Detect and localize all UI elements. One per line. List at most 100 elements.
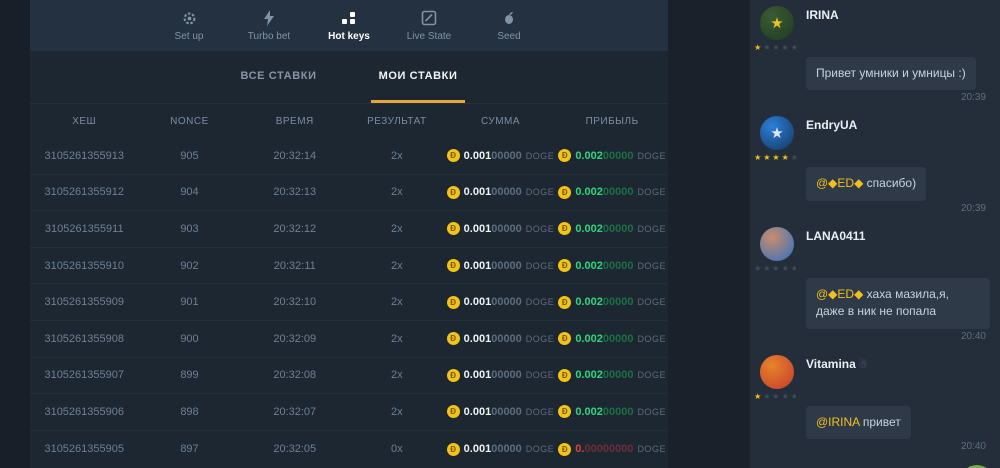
- currency-label: DOGE: [637, 444, 666, 454]
- star-empty-icon: ★: [782, 392, 791, 401]
- bet-time: 20:32:08: [241, 369, 349, 381]
- tab-мои-ставки[interactable]: МОИ СТАВКИ: [371, 51, 466, 103]
- table-row-bet[interactable]: 310526135590689820:32:072xĐ0.00100000DOG…: [30, 394, 668, 431]
- currency-label: DOGE: [526, 444, 555, 454]
- chat-message-bubble: @◆ED◆ спасибо): [806, 167, 926, 200]
- toolbar-item-live-state[interactable]: Live State: [400, 10, 458, 42]
- chat-username[interactable]: LANA0411: [806, 227, 865, 243]
- toolbar-item-label: Set up: [175, 31, 204, 42]
- doge-coin-icon: Đ: [447, 443, 460, 456]
- bet-hash: 3105261355909: [30, 296, 138, 308]
- message-time: 20:40: [806, 331, 986, 342]
- star-filled-icon: ★: [772, 153, 781, 162]
- toolbar: Set up Turbo bet Hot keys Live State Seed: [30, 0, 668, 51]
- table-row-bet[interactable]: 310526135591090220:32:112xĐ0.00100000DOG…: [30, 248, 668, 285]
- toolbar-item-hot-keys[interactable]: Hot keys: [320, 10, 378, 42]
- star-empty-icon: ★: [782, 43, 791, 52]
- bets-panel: Set up Turbo bet Hot keys Live State Seed ВС…: [30, 0, 668, 468]
- amount-value: 0.00100000: [464, 333, 522, 345]
- amount-value: 0.00200000: [575, 406, 633, 418]
- currency-label: DOGE: [637, 407, 666, 417]
- bet-amount: Đ0.00100000DOGE: [445, 369, 557, 382]
- bet-amount: Đ0.00100000DOGE: [445, 296, 557, 309]
- star-empty-icon: ★: [772, 264, 781, 273]
- hotkeys-icon: [341, 10, 357, 27]
- bet-nonce: 902: [138, 260, 240, 272]
- table-row-bet[interactable]: 310526135590990120:32:102xĐ0.00100000DOG…: [30, 284, 668, 321]
- table-row-bet[interactable]: 310526135591190320:32:122xĐ0.00100000DOG…: [30, 211, 668, 248]
- doge-coin-icon: Đ: [558, 149, 571, 162]
- table-row-bet[interactable]: 310526135591390520:32:142xĐ0.00100000DOG…: [30, 138, 668, 175]
- chat-message-bubble: Привет умники и умницы :): [806, 57, 976, 90]
- doge-coin-icon: Đ: [447, 332, 460, 345]
- table-row-bet[interactable]: 310526135590789920:32:082xĐ0.00100000DOG…: [30, 358, 668, 395]
- toolbar-item-set-up[interactable]: Set up: [160, 10, 218, 42]
- currency-label: DOGE: [526, 334, 555, 344]
- chat-username[interactable]: EndryUA: [806, 116, 857, 132]
- table-row-bet[interactable]: 310526135590589720:32:050xĐ0.00100000DOG…: [30, 431, 668, 468]
- currency-label: DOGE: [526, 297, 555, 307]
- bet-profit: Đ0.00200000DOGE: [556, 186, 668, 199]
- currency-label: DOGE: [637, 224, 666, 234]
- lightning-icon: [262, 10, 276, 27]
- user-mention[interactable]: @◆ED◆: [816, 287, 863, 301]
- bet-hash: 3105261355908: [30, 333, 138, 345]
- bet-nonce: 904: [138, 186, 240, 198]
- toolbar-item-label: Seed: [497, 31, 520, 42]
- user-rating-stars: ★★★★★: [754, 392, 800, 401]
- bet-time: 20:32:10: [241, 296, 349, 308]
- user-mention[interactable]: @IRINA: [816, 415, 860, 429]
- doge-coin-icon: Đ: [447, 259, 460, 272]
- star-empty-icon: ★: [754, 264, 763, 273]
- amount-value: 0.00100000: [464, 406, 522, 418]
- user-mention[interactable]: @◆ED◆: [816, 176, 863, 190]
- toolbar-item-turbo-bet[interactable]: Turbo bet: [240, 10, 298, 42]
- column-header-хеш: ХЕШ: [30, 116, 138, 127]
- bet-profit: Đ0.00200000DOGE: [556, 259, 668, 272]
- currency-label: DOGE: [637, 261, 666, 271]
- amount-value: 0.00000000: [575, 443, 633, 455]
- amount-value: 0.00200000: [575, 186, 633, 198]
- chat-message-bubble: @IRINA привет: [806, 406, 911, 439]
- avatar[interactable]: [760, 355, 794, 389]
- table-row-bet[interactable]: 310526135590890020:32:092xĐ0.00100000DOG…: [30, 321, 668, 358]
- bet-amount: Đ 0.00100000 DOGE: [445, 332, 557, 345]
- bet-time: 20:32:12: [241, 223, 349, 235]
- bet-result: 2x: [349, 296, 445, 308]
- gear-icon: [181, 10, 198, 27]
- doge-coin-icon: Đ: [558, 296, 571, 309]
- avatar[interactable]: ★: [760, 6, 794, 40]
- star-empty-icon: ★: [791, 392, 800, 401]
- bet-time: 20:32:05: [241, 443, 349, 455]
- bet-result: 2x: [349, 150, 445, 162]
- currency-label: DOGE: [637, 297, 666, 307]
- chat-username[interactable]: IRINA: [806, 6, 839, 22]
- username-badge-icon: ☃: [858, 359, 868, 371]
- chat-panel[interactable]: ★★★★★★IRINAПривет умники и умницы :)20:3…: [750, 0, 1000, 468]
- chat-message-text: Привет умники и умницы :): [816, 66, 966, 80]
- amount-value: 0.00200000: [575, 369, 633, 381]
- amount-value: 0.00100000: [464, 443, 522, 455]
- toolbar-item-seed[interactable]: Seed: [480, 10, 538, 42]
- chat-message-text: спасибо): [867, 176, 916, 190]
- bet-nonce: 903: [138, 223, 240, 235]
- avatar[interactable]: ★: [760, 116, 794, 150]
- star-empty-icon: ★: [791, 43, 800, 52]
- bet-result: 2x: [349, 369, 445, 381]
- panel-gap: [668, 0, 750, 468]
- bet-result: 2x: [349, 333, 445, 345]
- user-rating-stars: ★★★★★: [754, 153, 800, 162]
- currency-label: DOGE: [526, 261, 555, 271]
- chat-message-text: привет: [863, 415, 901, 429]
- chat-username[interactable]: Vitamina☃: [806, 355, 868, 371]
- bet-time: 20:32:07: [241, 406, 349, 418]
- currency-label: DOGE: [637, 334, 666, 344]
- avatar[interactable]: [760, 227, 794, 261]
- doge-coin-icon: Đ: [447, 369, 460, 382]
- bet-result: 2x: [349, 186, 445, 198]
- doge-coin-icon: Đ: [558, 443, 571, 456]
- bet-profit: Đ0.00200000DOGE: [556, 296, 668, 309]
- tab-все-ставки[interactable]: ВСЕ СТАВКИ: [233, 51, 325, 103]
- table-row-bet[interactable]: 310526135591290420:32:132xĐ0.00100000DOG…: [30, 175, 668, 212]
- doge-coin-icon: Đ: [447, 222, 460, 235]
